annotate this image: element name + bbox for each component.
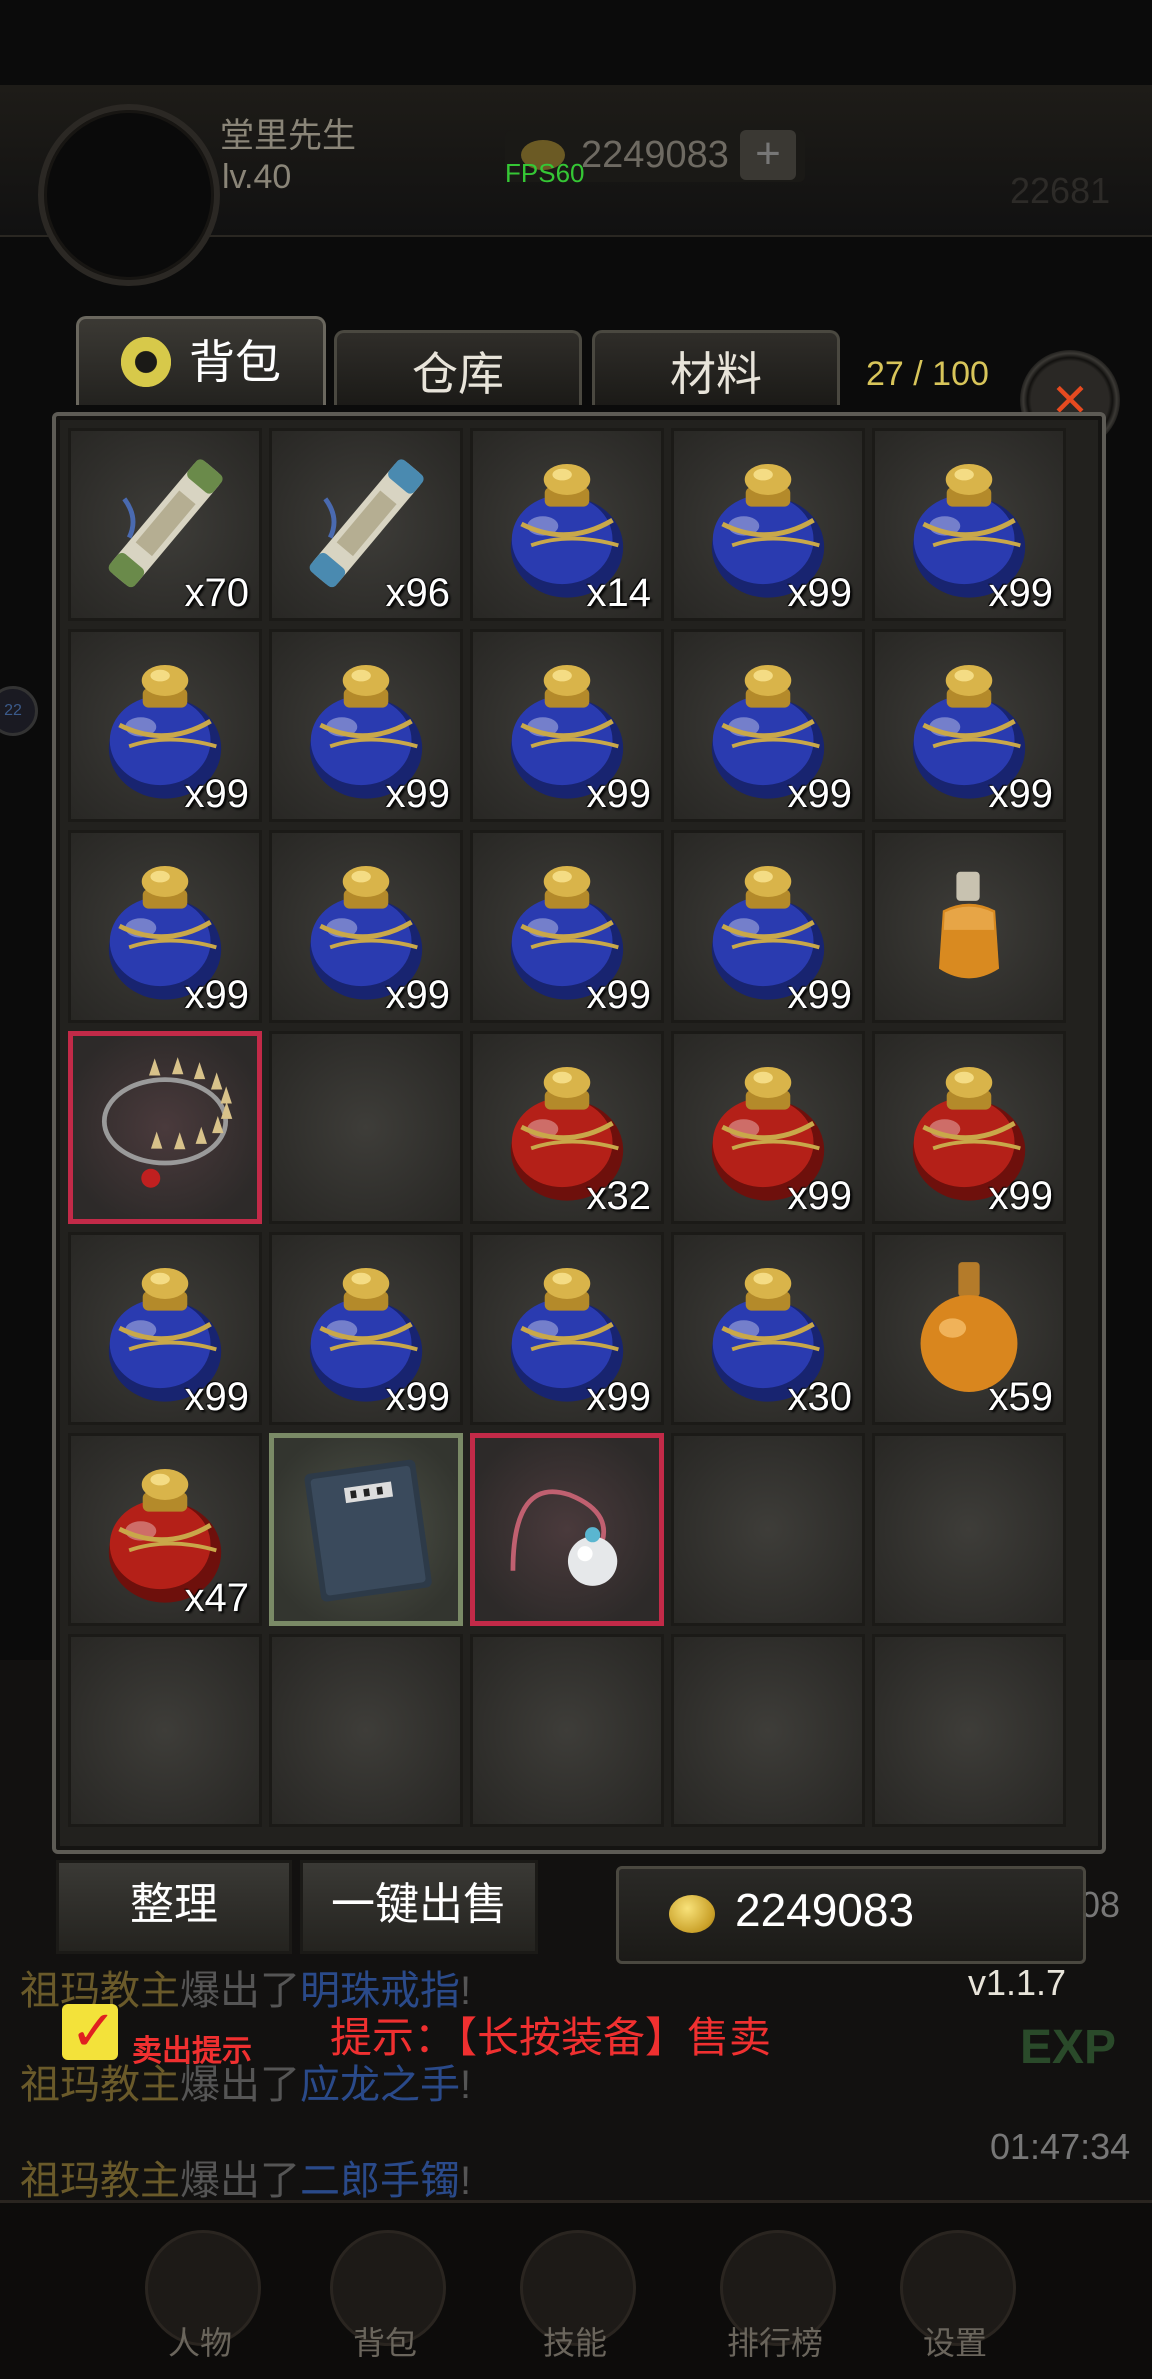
item-quantity: x59 (988, 1375, 1054, 1419)
item-quantity: x96 (385, 571, 451, 615)
exp-label: EXP (1020, 2021, 1117, 2074)
item-quantity: x14 (586, 571, 652, 615)
inventory-slot[interactable]: x32 (470, 1031, 664, 1224)
inventory-slot[interactable]: x99 (671, 830, 865, 1023)
inventory-slot[interactable] (470, 1634, 664, 1827)
nav-ranking[interactable]: 排行榜 (710, 2230, 840, 2361)
item-quantity: x99 (988, 571, 1054, 615)
chat-time-1: 08 (1080, 1884, 1121, 1925)
nav-bag[interactable]: 背包 (320, 2230, 450, 2361)
gear-icon (121, 336, 171, 387)
inventory-slot[interactable] (68, 1031, 262, 1224)
inventory-slot[interactable]: x99 (671, 1031, 865, 1224)
inventory-slot[interactable]: x47 (68, 1433, 262, 1626)
inventory-slot[interactable]: x99 (872, 629, 1066, 822)
inventory-slot[interactable]: x99 (269, 830, 463, 1023)
item-quantity: x47 (184, 1576, 250, 1620)
inventory-slot[interactable] (671, 1634, 865, 1827)
avatar[interactable] (38, 104, 220, 286)
sort-button[interactable]: 整理 (56, 1860, 292, 1954)
inventory-slot[interactable] (470, 1433, 664, 1626)
nav-skills[interactable]: 技能 (510, 2230, 640, 2361)
gold-display: 2249083 (616, 1866, 1086, 1964)
inventory-slot[interactable]: x14 (470, 428, 664, 621)
item-quantity: x99 (787, 571, 853, 615)
item-quantity: x99 (787, 973, 853, 1017)
chat-time-2: 01:47:34 (990, 2126, 1131, 2167)
inventory-slot[interactable] (671, 1433, 865, 1626)
version-label: v1.1.7 (968, 1962, 1067, 2003)
gold-coin-icon (669, 1895, 715, 1933)
inventory-panel: x70 x96 x14 x99 x99 x99 x99 x99 x99 x99 … (52, 412, 1106, 1854)
combat-power-value: 22681 (1010, 170, 1111, 211)
nav-character[interactable]: 人物 (135, 2230, 265, 2361)
sell-all-button[interactable]: 一键出售 (300, 1860, 538, 1954)
hint-text: 提示：【长按装备】售卖 (330, 2014, 772, 2061)
player-name: 堂里先生 (220, 117, 356, 155)
item-quantity: x99 (184, 772, 250, 816)
tab-bag[interactable]: 背包 (76, 316, 326, 405)
inventory-slot[interactable]: x99 (470, 629, 664, 822)
inventory-slot[interactable] (269, 1031, 463, 1224)
bag-capacity: 27 / 100 (866, 355, 989, 393)
inventory-slot[interactable]: x59 (872, 1232, 1066, 1425)
add-gold-button[interactable]: + (740, 130, 796, 180)
inventory-slot[interactable]: x99 (68, 1232, 262, 1425)
item-quantity: x30 (787, 1375, 853, 1419)
inventory-slot[interactable]: x70 (68, 428, 262, 621)
item-quantity: x99 (787, 1174, 853, 1218)
fps-counter: FPS60 (505, 158, 585, 188)
tab-materials[interactable]: 材料 (592, 330, 840, 405)
item-quantity: x99 (385, 772, 451, 816)
inventory-slot[interactable]: x99 (68, 629, 262, 822)
inventory-slot[interactable]: x30 (671, 1232, 865, 1425)
inventory-slot[interactable] (269, 1634, 463, 1827)
item-quantity: x99 (385, 973, 451, 1017)
inventory-slot[interactable]: x99 (470, 1232, 664, 1425)
inventory-slot[interactable] (872, 1433, 1066, 1626)
nav-settings[interactable]: 设置 (890, 2230, 1020, 2361)
item-quantity: x99 (586, 973, 652, 1017)
tab-warehouse[interactable]: 仓库 (334, 330, 582, 405)
sell-tip-checkbox[interactable]: ✓ (62, 1999, 118, 2062)
item-quantity: x99 (184, 1375, 250, 1419)
item-quantity: x99 (787, 772, 853, 816)
inventory-slot[interactable]: x99 (872, 428, 1066, 621)
inventory-slot[interactable]: x99 (269, 1232, 463, 1425)
inventory-slot[interactable]: x99 (872, 1031, 1066, 1224)
item-quantity: x99 (184, 973, 250, 1017)
side-badge-icon[interactable]: 22 (0, 686, 38, 736)
inventory-slot[interactable]: x99 (671, 428, 865, 621)
sell-tip-label: 卖出提示 (132, 2035, 252, 2068)
item-quantity: x99 (988, 772, 1054, 816)
top-gold-value: 2249083 (581, 134, 729, 176)
inventory-slot[interactable] (269, 1433, 463, 1626)
item-quantity: x32 (586, 1174, 652, 1218)
inventory-slot[interactable]: x99 (68, 830, 262, 1023)
item-quantity: x99 (988, 1174, 1054, 1218)
inventory-slot[interactable]: x96 (269, 428, 463, 621)
inventory-slot[interactable]: x99 (470, 830, 664, 1023)
inventory-slot[interactable] (68, 1634, 262, 1827)
player-level: lv.40 (222, 158, 292, 196)
inventory-slot[interactable]: x99 (269, 629, 463, 822)
checkmark-icon: ✓ (70, 1999, 117, 2062)
item-quantity: x70 (184, 571, 250, 615)
inventory-slot[interactable]: x99 (671, 629, 865, 822)
chat-line: 祖玛教主爆出了二郎手镯! (20, 2159, 472, 2203)
item-quantity: x99 (586, 772, 652, 816)
inventory-slot[interactable] (872, 830, 1066, 1023)
item-quantity: x99 (586, 1375, 652, 1419)
gold-amount: 2249083 (735, 1884, 915, 1936)
item-quantity: x99 (385, 1375, 451, 1419)
inventory-slot[interactable] (872, 1634, 1066, 1827)
